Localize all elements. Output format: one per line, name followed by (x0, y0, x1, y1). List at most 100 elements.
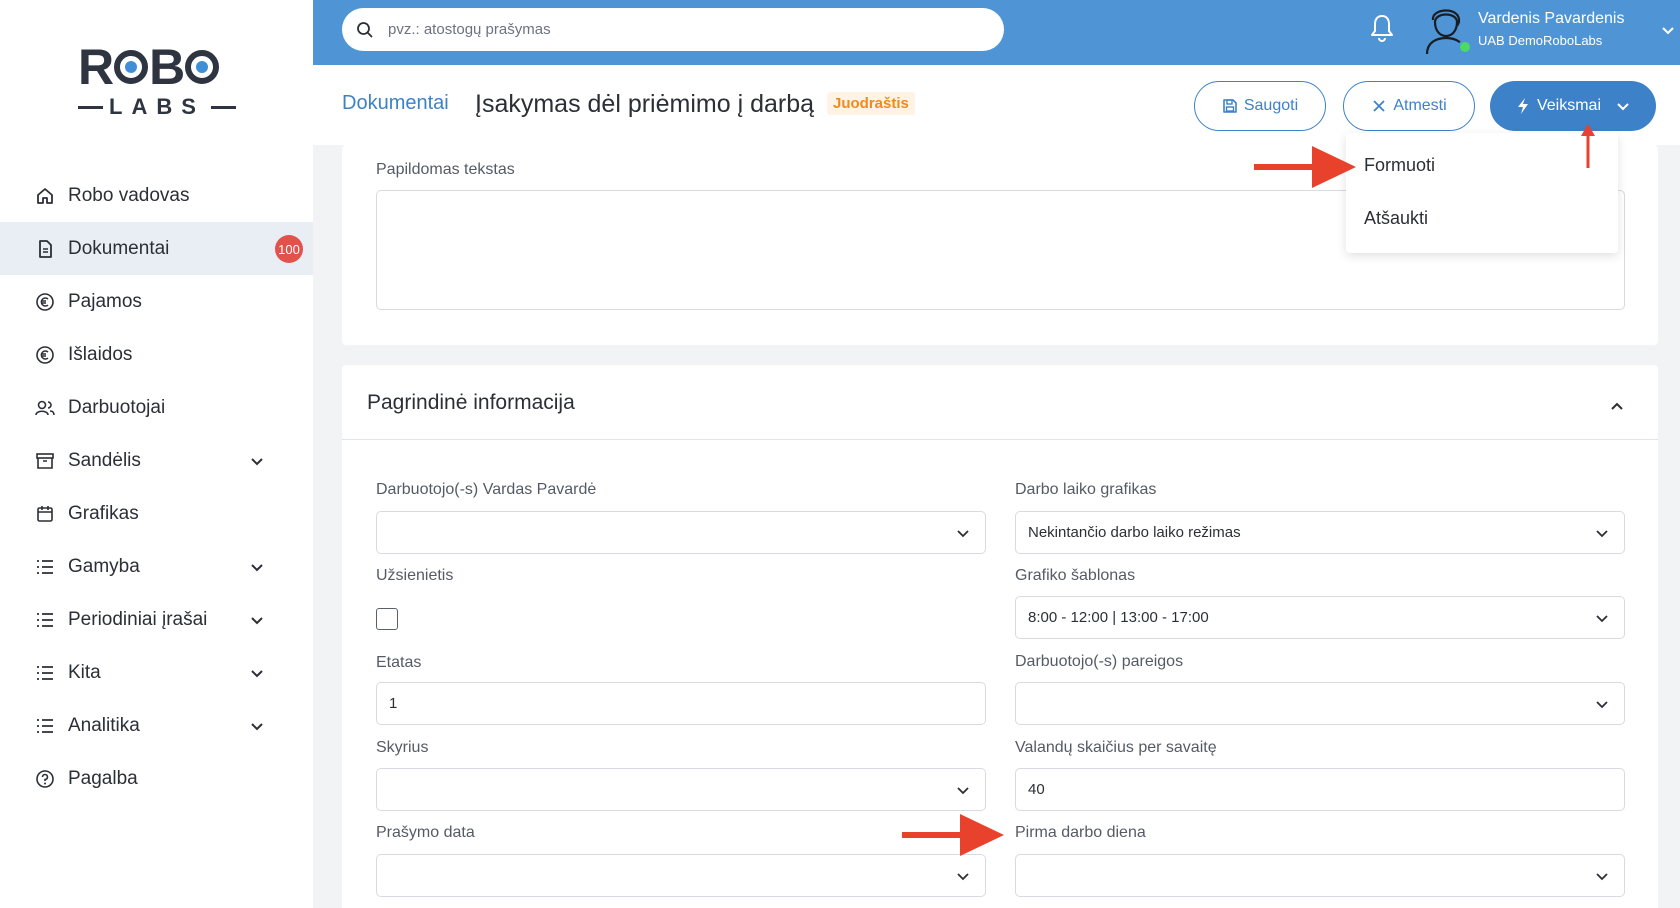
first-day-select[interactable] (1015, 854, 1625, 897)
breadcrumb[interactable]: Dokumentai (342, 92, 449, 115)
schedule-select[interactable]: Nekintančio darbo laiko režimas (1015, 511, 1625, 554)
select-value: 8:00 - 12:00 | 13:00 - 17:00 (1028, 609, 1209, 626)
department-label: Skyrius (376, 739, 429, 756)
sidebar-nav: Robo vadovas Dokumentai 100 Pajamos Išla… (0, 169, 313, 805)
chevron-down-icon (1596, 701, 1608, 709)
reject-button-label: Atmesti (1393, 97, 1447, 114)
calendar-icon (34, 503, 56, 525)
rate-field[interactable]: 1 (376, 682, 986, 725)
user-name[interactable]: Vardenis Pavardenis (1478, 10, 1624, 28)
sidebar-item-darbuotojai[interactable]: Darbuotojai (0, 381, 313, 434)
sidebar-item-robo-vadovas[interactable]: Robo vadovas (0, 169, 313, 222)
status-badge: Juodraštis (827, 92, 915, 115)
sidebar-item-analitika[interactable]: Analitika (0, 699, 313, 752)
save-button-label: Saugoti (1243, 97, 1299, 114)
sidebar-item-periodiniai-irasai[interactable]: Periodiniai įrašai (0, 593, 313, 646)
divider (342, 439, 1658, 440)
rate-label: Etatas (376, 654, 422, 671)
request-date-label: Prašymo data (376, 824, 475, 841)
sidebar-item-label: Pagalba (68, 767, 138, 789)
employee-name-select[interactable] (376, 511, 986, 554)
help-icon (34, 768, 56, 790)
list-icon (34, 715, 56, 737)
chevron-down-icon (957, 530, 969, 538)
chevron-down-icon (251, 723, 263, 731)
chevron-down-icon (1596, 530, 1608, 538)
list-icon (34, 556, 56, 578)
bell-icon[interactable] (1368, 13, 1396, 43)
online-status-indicator (1458, 40, 1472, 54)
menu-item-formuoti[interactable]: Formuoti (1364, 155, 1435, 176)
sidebar-item-dokumentai[interactable]: Dokumentai 100 (0, 222, 313, 275)
home-icon (34, 185, 56, 207)
menu-item-atsaukti[interactable]: Atšaukti (1364, 208, 1428, 229)
chevron-down-icon (1596, 615, 1608, 623)
sidebar-item-grafikas[interactable]: Grafikas (0, 487, 313, 540)
euro-icon (34, 291, 56, 313)
chevron-up-icon[interactable] (1608, 398, 1626, 416)
field-value: 40 (1028, 781, 1045, 798)
chevron-down-icon (251, 617, 263, 625)
euro-icon (34, 344, 56, 366)
sidebar-item-label: Analitika (68, 714, 140, 736)
chevron-down-icon (1596, 873, 1608, 881)
save-button[interactable]: Saugoti (1194, 81, 1326, 131)
robolabs-logo[interactable]: RB LABS (78, 42, 236, 119)
sidebar-item-label: Darbuotojai (68, 396, 166, 418)
hours-label: Valandų skaičius per savaitę (1015, 739, 1217, 756)
chevron-down-icon (251, 458, 263, 466)
reject-button[interactable]: Atmesti (1343, 81, 1475, 131)
sidebar-item-islaidos[interactable]: Išlaidos (0, 328, 313, 381)
select-value: Nekintančio darbo laiko režimas (1028, 524, 1241, 541)
users-icon (34, 397, 56, 419)
duties-select[interactable] (1015, 682, 1625, 725)
sidebar-item-label: Išlaidos (68, 343, 133, 365)
chevron-down-icon (1617, 103, 1629, 111)
sidebar-item-label: Periodiniai įrašai (68, 608, 208, 630)
section-title: Pagrindinė informacija (367, 391, 575, 414)
template-select[interactable]: 8:00 - 12:00 | 13:00 - 17:00 (1015, 596, 1625, 639)
list-icon (34, 662, 56, 684)
sidebar-item-label: Gamyba (68, 555, 140, 577)
save-icon (1223, 99, 1237, 113)
request-date-select[interactable] (376, 854, 986, 897)
actions-button-label: Veiksmai (1536, 97, 1602, 114)
annotation-arrow-right (902, 814, 1004, 856)
extra-text-label: Papildomas tekstas (376, 161, 515, 178)
template-label: Grafiko šablonas (1015, 567, 1136, 584)
search-bar[interactable] (342, 8, 1004, 51)
document-icon (34, 238, 56, 260)
sidebar-item-label: Robo vadovas (68, 184, 190, 206)
page-title: Įsakymas dėl priėmimo į darbą (475, 90, 815, 118)
foreigner-checkbox[interactable] (376, 608, 398, 630)
sidebar-item-sandelis[interactable]: Sandėlis (0, 434, 313, 487)
sidebar-item-label: Grafikas (68, 502, 139, 524)
chevron-down-icon[interactable] (1660, 22, 1676, 38)
department-select[interactable] (376, 768, 986, 811)
chevron-down-icon (957, 873, 969, 881)
sidebar-item-pajamos[interactable]: Pajamos (0, 275, 313, 328)
sidebar-item-gamyba[interactable]: Gamyba (0, 540, 313, 593)
sidebar-item-label: Dokumentai (68, 237, 170, 259)
chevron-down-icon (957, 787, 969, 795)
sidebar-item-label: Pajamos (68, 290, 142, 312)
employee-name-label: Darbuotojo(-s) Vardas Pavardė (376, 481, 597, 498)
actions-button[interactable]: Veiksmai (1490, 81, 1656, 131)
count-badge: 100 (275, 235, 303, 263)
annotation-arrow-up (1581, 124, 1595, 168)
sidebar-item-pagalba[interactable]: Pagalba (0, 752, 313, 805)
foreigner-label: Užsienietis (376, 567, 454, 584)
topbar: Vardenis Pavardenis UAB DemoRoboLabs (313, 0, 1680, 65)
hours-field[interactable]: 40 (1015, 768, 1625, 811)
archive-icon (34, 450, 56, 472)
chevron-down-icon (251, 564, 263, 572)
search-icon (357, 21, 373, 38)
sidebar-item-kita[interactable]: Kita (0, 646, 313, 699)
search-input[interactable] (388, 21, 948, 38)
sidebar-item-label: Kita (68, 661, 101, 683)
field-value: 1 (389, 695, 398, 712)
user-company[interactable]: UAB DemoRoboLabs (1478, 33, 1602, 48)
sidebar: RB LABS Robo vadovas Dokumentai 100 Paja… (0, 0, 313, 908)
first-day-label: Pirma darbo diena (1015, 824, 1146, 841)
avatar[interactable] (1421, 4, 1473, 56)
